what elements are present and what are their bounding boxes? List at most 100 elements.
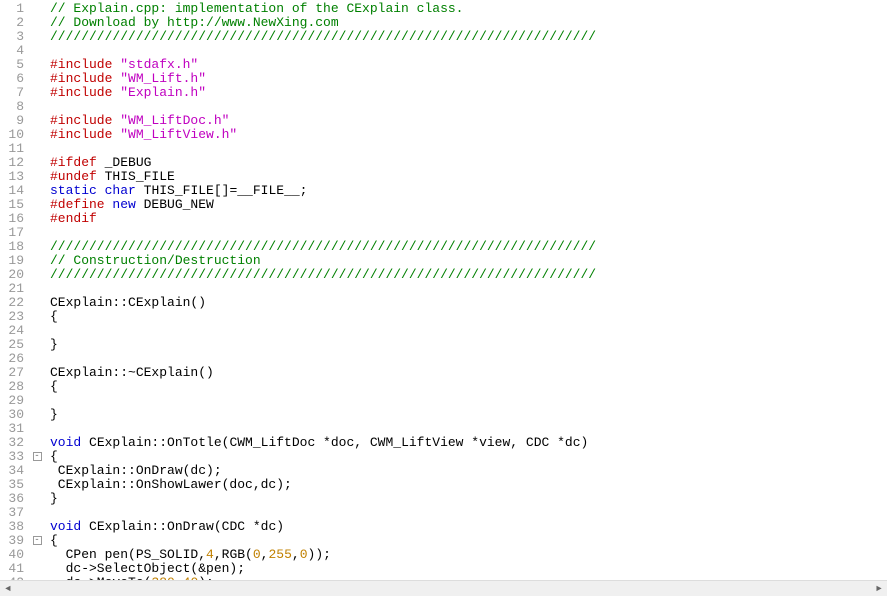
code-line[interactable]: CExplain::OnShowLawer(doc,dc); [50,478,596,492]
code-line[interactable]: ////////////////////////////////////////… [50,268,596,282]
code-line[interactable]: { [50,380,596,394]
line-number: 23 [4,310,24,324]
code-line[interactable]: #ifdef _DEBUG [50,156,596,170]
token: } [50,491,58,506]
token: { [50,379,58,394]
token [97,183,105,198]
code-line[interactable]: // Download by http://www.NewXing.com [50,16,596,30]
code-line[interactable] [50,506,596,520]
line-number: 34 [4,464,24,478]
fold-collapse-icon[interactable]: - [33,452,42,461]
horizontal-scrollbar[interactable]: ◄ ► [0,580,887,596]
code-line[interactable]: // Explain.cpp: implementation of the CE… [50,2,596,16]
fold-marker [30,394,44,408]
fold-marker [30,100,44,114]
code-editor[interactable]: 1234567891011121314151617181920212223242… [0,0,887,580]
code-line[interactable]: CExplain::OnDraw(dc); [50,464,596,478]
line-number: 30 [4,408,24,422]
line-number: 20 [4,268,24,282]
token: 4 [206,547,214,562]
code-line[interactable]: { [50,310,596,324]
line-number: 32 [4,436,24,450]
line-number: 36 [4,492,24,506]
code-line[interactable] [50,352,596,366]
fold-marker [30,464,44,478]
code-line[interactable]: void CExplain::OnDraw(CDC *dc) [50,520,596,534]
code-line[interactable] [50,100,596,114]
token: #include [50,57,120,72]
token: // Download by http://www.NewXing.com [50,15,339,30]
code-line[interactable]: } [50,492,596,506]
code-line[interactable]: CExplain::~CExplain() [50,366,596,380]
fold-marker[interactable]: - [30,534,44,548]
line-number: 27 [4,366,24,380]
code-line[interactable] [50,394,596,408]
fold-marker[interactable]: - [30,450,44,464]
fold-column[interactable]: -- [30,0,44,580]
line-number: 15 [4,198,24,212]
fold-marker [30,44,44,58]
fold-marker [30,72,44,86]
token: "Explain.h" [120,85,206,100]
scroll-track[interactable] [16,581,871,596]
code-line[interactable]: #include "Explain.h" [50,86,596,100]
line-number: 8 [4,100,24,114]
token: new [112,197,135,212]
line-number: 3 [4,30,24,44]
fold-marker [30,520,44,534]
code-line[interactable]: static char THIS_FILE[]=__FILE__; [50,184,596,198]
fold-marker [30,310,44,324]
line-number: 14 [4,184,24,198]
fold-marker [30,184,44,198]
code-line[interactable] [50,44,596,58]
fold-marker [30,86,44,100]
code-line[interactable]: } [50,338,596,352]
code-line[interactable]: } [50,408,596,422]
scroll-left-button[interactable]: ◄ [0,581,16,596]
code-line[interactable] [50,226,596,240]
token: THIS_FILE[]=__FILE__; [136,183,308,198]
code-line[interactable]: #define new DEBUG_NEW [50,198,596,212]
token: THIS_FILE [97,169,175,184]
code-line[interactable] [50,324,596,338]
code-line[interactable] [50,142,596,156]
token: CExplain::CExplain() [50,295,206,310]
code-line[interactable]: #include "WM_LiftDoc.h" [50,114,596,128]
token: #include [50,113,120,128]
code-line[interactable]: CPen pen(PS_SOLID,4,RGB(0,255,0)); [50,548,596,562]
code-line[interactable] [50,282,596,296]
code-line[interactable] [50,422,596,436]
token: CExplain::OnTotle(CWM_LiftDoc *doc, CWM_… [81,435,588,450]
token: "WM_LiftDoc.h" [120,113,229,128]
code-line[interactable]: ////////////////////////////////////////… [50,240,596,254]
line-number: 18 [4,240,24,254]
line-number: 40 [4,548,24,562]
code-line[interactable]: #undef THIS_FILE [50,170,596,184]
token: CExplain::OnDraw(CDC *dc) [81,519,284,534]
code-line[interactable]: #include "WM_LiftView.h" [50,128,596,142]
code-line[interactable]: { [50,450,596,464]
token: { [50,309,58,324]
code-area[interactable]: // Explain.cpp: implementation of the CE… [44,0,596,580]
code-line[interactable]: dc->SelectObject(&pen); [50,562,596,576]
code-line[interactable]: void CExplain::OnTotle(CWM_LiftDoc *doc,… [50,436,596,450]
code-line[interactable]: CExplain::CExplain() [50,296,596,310]
code-line[interactable]: #endif [50,212,596,226]
line-number: 10 [4,128,24,142]
fold-marker [30,478,44,492]
fold-marker [30,114,44,128]
line-number: 13 [4,170,24,184]
fold-marker [30,548,44,562]
code-line[interactable]: { [50,534,596,548]
token: { [50,533,58,548]
token: #ifdef [50,155,97,170]
scroll-right-button[interactable]: ► [871,581,887,596]
code-line[interactable]: ////////////////////////////////////////… [50,30,596,44]
line-number: 4 [4,44,24,58]
code-line[interactable]: #include "WM_Lift.h" [50,72,596,86]
code-line[interactable]: #include "stdafx.h" [50,58,596,72]
fold-marker [30,366,44,380]
code-line[interactable]: // Construction/Destruction [50,254,596,268]
fold-collapse-icon[interactable]: - [33,536,42,545]
line-number: 22 [4,296,24,310]
